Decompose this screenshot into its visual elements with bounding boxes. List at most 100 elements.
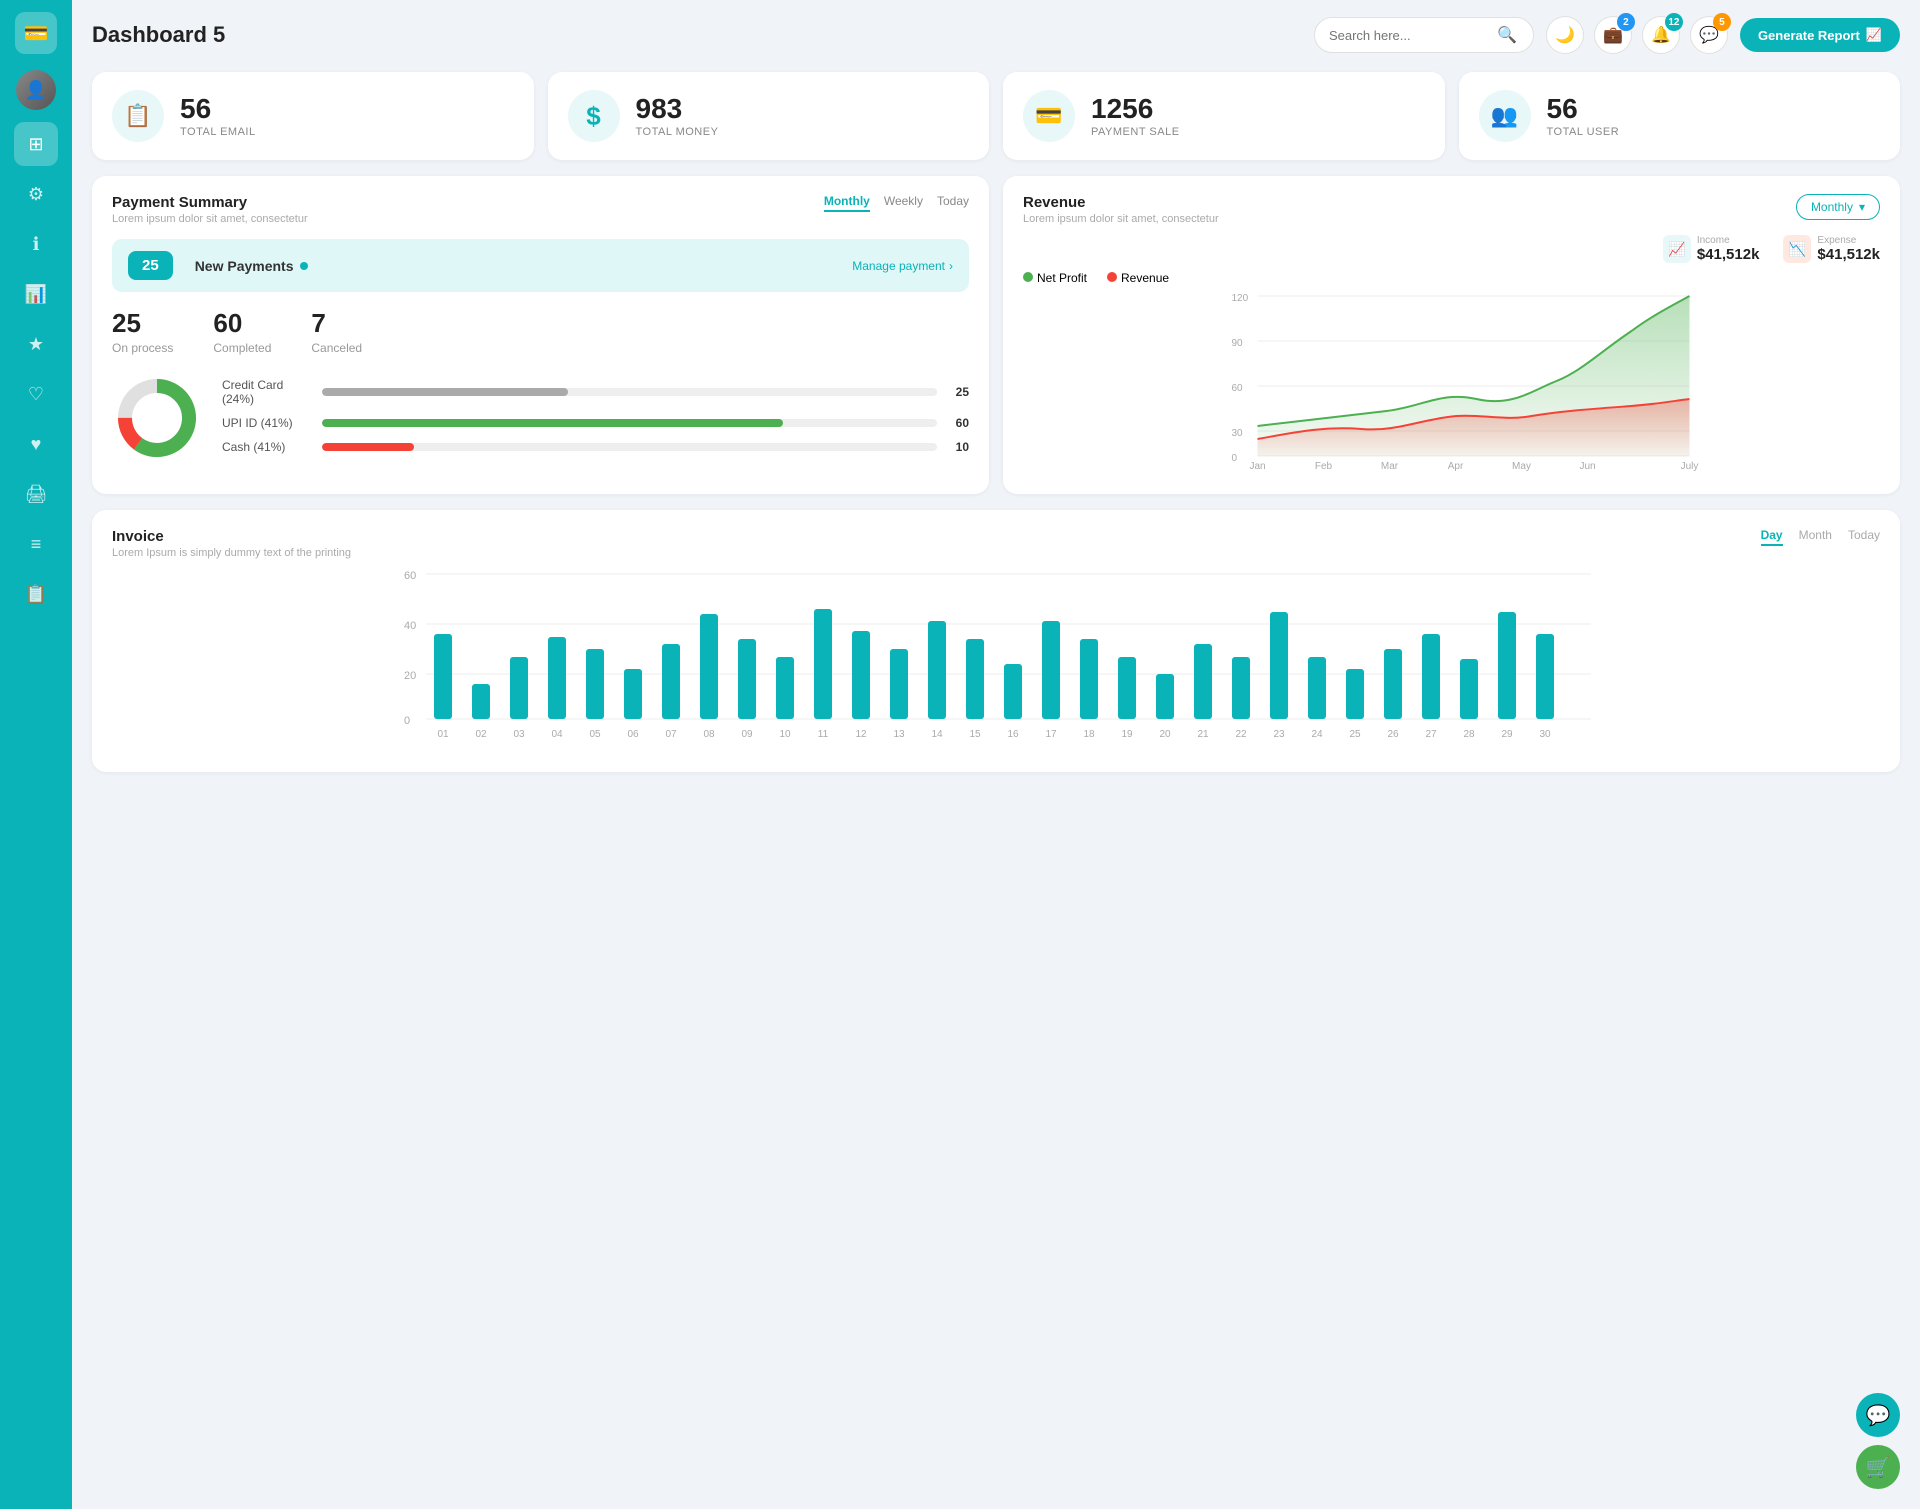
stat-completed: 60 Completed — [213, 308, 271, 355]
expense-label: Expense — [1817, 235, 1880, 246]
y-label-0: 0 — [1232, 453, 1238, 464]
invoice-tab-today[interactable]: Today — [1848, 528, 1880, 546]
x-23: 23 — [1273, 729, 1285, 740]
revenue-card: Revenue Lorem ipsum dolor sit amet, cons… — [1003, 176, 1900, 494]
invoice-header: Invoice Lorem Ipsum is simply dummy text… — [112, 528, 1880, 559]
bar-chart-icon: 📈 — [1866, 27, 1882, 43]
bar-18 — [1080, 639, 1098, 719]
invoice-tab-day[interactable]: Day — [1761, 528, 1783, 546]
x-07: 07 — [665, 729, 677, 740]
revenue-legend: Net Profit Revenue — [1023, 271, 1880, 285]
payment-bars: Credit Card (24%) 25 UPI ID (41%) 60 — [222, 378, 969, 464]
invoice-card: Invoice Lorem Ipsum is simply dummy text… — [92, 510, 1900, 772]
income-icon: 📈 — [1663, 235, 1691, 263]
x-mar: Mar — [1381, 461, 1399, 472]
y-label-30: 30 — [1232, 428, 1244, 439]
x-17: 17 — [1045, 729, 1057, 740]
invoice-title-wrap: Invoice Lorem Ipsum is simply dummy text… — [112, 528, 351, 559]
new-payments-row: 25 New Payments Manage payment › — [112, 239, 969, 292]
netprofit-dot — [1023, 272, 1033, 282]
x-08: 08 — [703, 729, 715, 740]
sidebar-item-print[interactable]: 🖨 — [14, 472, 58, 516]
stat-user-info: 56 TOTAL USER — [1547, 94, 1620, 139]
chevron-right-icon: › — [949, 259, 953, 273]
bar-06 — [624, 669, 642, 719]
bar-label-cash: Cash (41%) — [222, 440, 312, 454]
stat-card-payment: 💳 1256 PAYMENT SALE — [1003, 72, 1445, 160]
y-label-120: 120 — [1232, 293, 1249, 304]
bar-val-cash: 10 — [947, 440, 969, 454]
bar-07 — [662, 644, 680, 719]
tab-monthly[interactable]: Monthly — [824, 194, 870, 212]
money-icon: $ — [568, 90, 620, 142]
revenue-chart-svg: 120 90 60 30 0 — [1023, 291, 1880, 471]
bell-icon-btn[interactable]: 🔔 12 — [1642, 16, 1680, 54]
donut-chart — [112, 373, 202, 468]
avatar: 👤 — [16, 70, 56, 110]
sidebar-item-info[interactable]: ℹ — [14, 222, 58, 266]
search-input[interactable] — [1329, 28, 1489, 43]
manage-payment-link[interactable]: Manage payment › — [852, 259, 953, 273]
bar-28 — [1460, 659, 1478, 719]
expense-value: $41,512k — [1817, 246, 1880, 263]
sidebar-item-heart-outline[interactable]: ♡ — [14, 372, 58, 416]
generate-report-label: Generate Report — [1758, 28, 1860, 43]
stat-cards-row: 📋 56 TOTAL EMAIL $ 983 TOTAL MONEY 💳 125… — [92, 72, 1900, 160]
x-01: 01 — [437, 729, 449, 740]
x-jun: Jun — [1579, 461, 1595, 472]
bar-22 — [1232, 657, 1250, 719]
legend-revenue: Revenue — [1107, 271, 1169, 285]
generate-report-button[interactable]: Generate Report 📈 — [1740, 18, 1900, 52]
bar-01 — [434, 634, 452, 719]
tab-today[interactable]: Today — [937, 194, 969, 212]
invoice-tab-month[interactable]: Month — [1799, 528, 1832, 546]
bar-29 — [1498, 612, 1516, 719]
x-14: 14 — [931, 729, 943, 740]
revenue-header: Revenue Lorem ipsum dolor sit amet, cons… — [1023, 194, 1880, 225]
bar-val-upi: 60 — [947, 416, 969, 430]
x-11: 11 — [818, 729, 829, 740]
sidebar-item-list[interactable]: ≡ — [14, 522, 58, 566]
revenue-title: Revenue — [1023, 194, 1219, 211]
payment-stats-row: 25 On process 60 Completed 7 Canceled — [112, 308, 969, 355]
sidebar-logo[interactable]: 💳 — [15, 12, 57, 54]
expense-item: 📉 Expense $41,512k — [1783, 235, 1880, 263]
float-cart-button[interactable]: 🛒 — [1856, 1445, 1900, 1489]
main-content: Dashboard 5 🔍 🌙 💼 2 🔔 12 💬 5 Generate Re… — [72, 0, 1920, 1509]
wallet-icon-btn[interactable]: 💼 2 — [1594, 16, 1632, 54]
sidebar-item-document[interactable]: 📋 — [14, 572, 58, 616]
sidebar-item-dashboard[interactable]: ⊞ — [14, 122, 58, 166]
bar-03 — [510, 657, 528, 719]
sidebar-item-star[interactable]: ★ — [14, 322, 58, 366]
money-label: TOTAL MONEY — [636, 126, 719, 138]
sidebar-item-settings[interactable]: ⚙ — [14, 172, 58, 216]
chevron-down-icon: ▾ — [1859, 200, 1865, 214]
sidebar-item-chart[interactable]: 📊 — [14, 272, 58, 316]
search-icon: 🔍 — [1497, 25, 1517, 45]
x-29: 29 — [1501, 729, 1513, 740]
revenue-monthly-dropdown[interactable]: Monthly ▾ — [1796, 194, 1880, 220]
bar-track-creditcard — [322, 388, 937, 396]
tab-weekly[interactable]: Weekly — [884, 194, 923, 212]
bar-05 — [586, 649, 604, 719]
bar-fill-creditcard — [322, 388, 568, 396]
chat-icon-btn[interactable]: 💬 5 — [1690, 16, 1728, 54]
bar-21 — [1194, 644, 1212, 719]
bar-fill-cash — [322, 443, 414, 451]
float-chat-button[interactable]: 💬 — [1856, 1393, 1900, 1437]
bar-25 — [1346, 669, 1364, 719]
search-box[interactable]: 🔍 — [1314, 17, 1534, 53]
sidebar-item-heart[interactable]: ♥ — [14, 422, 58, 466]
x-15: 15 — [969, 729, 981, 740]
y-20: 20 — [404, 670, 416, 682]
donut-svg — [112, 373, 202, 463]
income-value: $41,512k — [1697, 246, 1760, 263]
x-21: 21 — [1197, 729, 1209, 740]
x-12: 12 — [855, 729, 867, 740]
invoice-chart-svg: 60 40 20 0 — [112, 569, 1880, 749]
dark-mode-toggle[interactable]: 🌙 — [1546, 16, 1584, 54]
x-09: 09 — [741, 729, 753, 740]
money-number: 983 — [636, 94, 719, 125]
wallet-badge: 2 — [1617, 13, 1635, 31]
x-05: 05 — [589, 729, 601, 740]
